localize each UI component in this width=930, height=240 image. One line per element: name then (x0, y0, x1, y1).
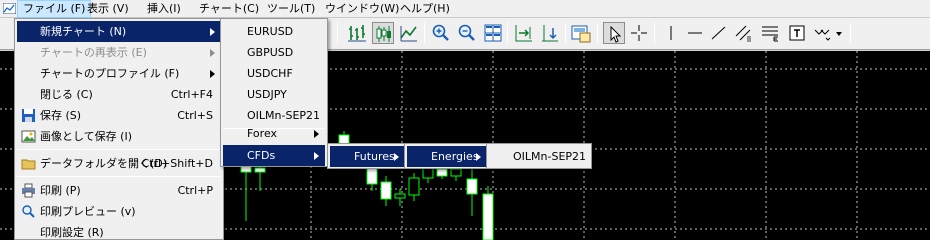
cfds-submenu: Futures (327, 143, 408, 169)
zoom-in-button[interactable] (430, 22, 452, 44)
menu-item-close[interactable]: 閉じる (C) Ctrl+F4 (17, 84, 221, 105)
menu-bar: ファイル (F) 表示 (V) 挿入(I) チャート(C) ツール(T) ウイン… (0, 0, 930, 18)
menu-item-print-preview[interactable]: 印刷プレビュー (v) (17, 201, 221, 222)
save-icon (22, 109, 35, 122)
menu-item-chart-profiles[interactable]: チャートのプロファイル (F) (17, 63, 221, 84)
zoom-in-icon (432, 24, 449, 41)
candle (240, 161, 252, 221)
line-chart-button[interactable] (398, 22, 420, 44)
menu-window[interactable]: ウインドウ(W) (320, 0, 404, 18)
menu-item-refresh-chart: チャートの再表示 (E) (17, 42, 221, 63)
group-item-futures[interactable]: Futures (330, 146, 405, 167)
text-icon (789, 25, 805, 41)
menu-item-save-as-image[interactable]: 画像として保存 (I) (17, 126, 221, 147)
group-item-forex[interactable]: Forex (223, 123, 325, 144)
chevron-down-icon (836, 32, 842, 36)
image-icon (21, 130, 36, 143)
tile-windows-icon (484, 24, 502, 42)
auto-scroll-button[interactable] (513, 22, 535, 44)
fibonacci-icon (762, 26, 778, 42)
horizontal-line-button[interactable] (684, 22, 706, 44)
print-icon (22, 183, 35, 198)
new-chart-submenu: EURUSD GBPUSD USDCHF USDJPY OILMn-SEP21 … (220, 18, 328, 167)
auto-scroll-icon (515, 25, 532, 42)
chart-shift-icon (542, 25, 558, 42)
toolbar-separator (850, 22, 851, 44)
symbol-item-usdchf[interactable]: USDCHF (223, 63, 325, 84)
bar-chart-icon (348, 25, 366, 42)
symbol-item-usdjpy[interactable]: USDJPY (223, 84, 325, 105)
candle (254, 163, 266, 191)
candle (466, 169, 478, 216)
symbol-item-eurusd[interactable]: EURUSD (223, 21, 325, 42)
trendline-button[interactable] (708, 22, 730, 44)
templates-icon (571, 25, 591, 43)
folder-icon (21, 159, 36, 170)
toolbar-separator (597, 22, 598, 44)
arrows-icon (814, 29, 831, 41)
symbol-item-gbpusd[interactable]: GBPUSD (223, 42, 325, 63)
arrows-button[interactable] (811, 22, 833, 44)
menu-view[interactable]: 表示 (V) (82, 0, 134, 18)
chart-app-icon (3, 3, 16, 14)
group-item-energies[interactable]: Energies (407, 146, 487, 167)
menu-help[interactable]: ヘルプ(H) (395, 0, 455, 18)
equidistant-channel-button[interactable] (733, 22, 755, 44)
print-preview-icon (22, 205, 35, 218)
templates-button[interactable] (570, 22, 592, 44)
submenu-arrow-icon (314, 130, 319, 138)
menu-separator (17, 149, 221, 150)
candle (482, 186, 494, 240)
toolbar-separator (337, 22, 338, 44)
candlestick-button[interactable] (372, 22, 394, 44)
vertical-line-button[interactable] (660, 22, 682, 44)
text-button[interactable] (786, 22, 808, 44)
menu-item-open-data-folder[interactable]: データフォルダを開く(D) Ctrl+Shift+D (17, 153, 221, 174)
submenu-arrow-icon (394, 153, 399, 161)
tile-windows-button[interactable] (482, 22, 504, 44)
submenu-arrow-icon (210, 28, 215, 36)
menu-item-new-chart[interactable]: 新規チャート (N) (17, 21, 221, 42)
menu-item-print-setup[interactable]: 印刷設定 (R) (17, 222, 221, 240)
submenu-arrow-icon (314, 152, 319, 160)
menu-item-save[interactable]: 保存 (S) Ctrl+S (17, 105, 221, 126)
cursor-icon (610, 25, 622, 43)
chart-shift-button[interactable] (539, 22, 561, 44)
cursor-button[interactable] (603, 22, 625, 44)
toolbar-separator (507, 22, 508, 44)
zoom-out-icon (458, 24, 475, 41)
candle (408, 173, 420, 201)
submenu-arrow-icon (210, 49, 215, 57)
toolbar-separator (424, 22, 425, 44)
toolbar-separator (654, 22, 655, 44)
menu-item-print[interactable]: 印刷 (P) Ctrl+P (17, 180, 221, 201)
equidistant-channel-icon (735, 25, 751, 42)
line-chart-icon (400, 26, 417, 42)
menu-tools[interactable]: ツール(T) (262, 0, 320, 18)
energies-submenu: OILMn-SEP21 (486, 143, 592, 169)
bar-chart-button[interactable] (346, 22, 368, 44)
zoom-out-button[interactable] (456, 22, 478, 44)
submenu-arrow-icon (210, 70, 215, 78)
candle (394, 189, 406, 206)
candle (380, 176, 392, 206)
menu-file[interactable]: ファイル (F) (17, 0, 92, 18)
submenu-arrow-icon (476, 153, 481, 161)
horizontal-line-icon (688, 32, 702, 34)
crosshair-icon (631, 25, 647, 41)
symbol-item-oilmn-sep21[interactable]: OILMn-SEP21 (489, 146, 589, 167)
vertical-line-icon (670, 26, 672, 40)
arrows-dropdown-button[interactable] (834, 22, 844, 44)
toolbar-separator (565, 22, 566, 44)
file-menu: 新規チャート (N) チャートの再表示 (E) チャートのプロファイル (F) … (14, 18, 224, 240)
fibonacci-button[interactable] (759, 22, 781, 44)
menu-insert[interactable]: 挿入(I) (142, 0, 186, 18)
menu-chart[interactable]: チャート(C) (194, 0, 264, 18)
trendline-icon (711, 26, 726, 40)
group-item-cfds[interactable]: CFDs (223, 145, 325, 166)
candlestick-icon (376, 26, 391, 42)
futures-submenu: Energies (404, 143, 490, 169)
menu-separator (17, 176, 221, 177)
crosshair-button[interactable] (628, 22, 650, 44)
